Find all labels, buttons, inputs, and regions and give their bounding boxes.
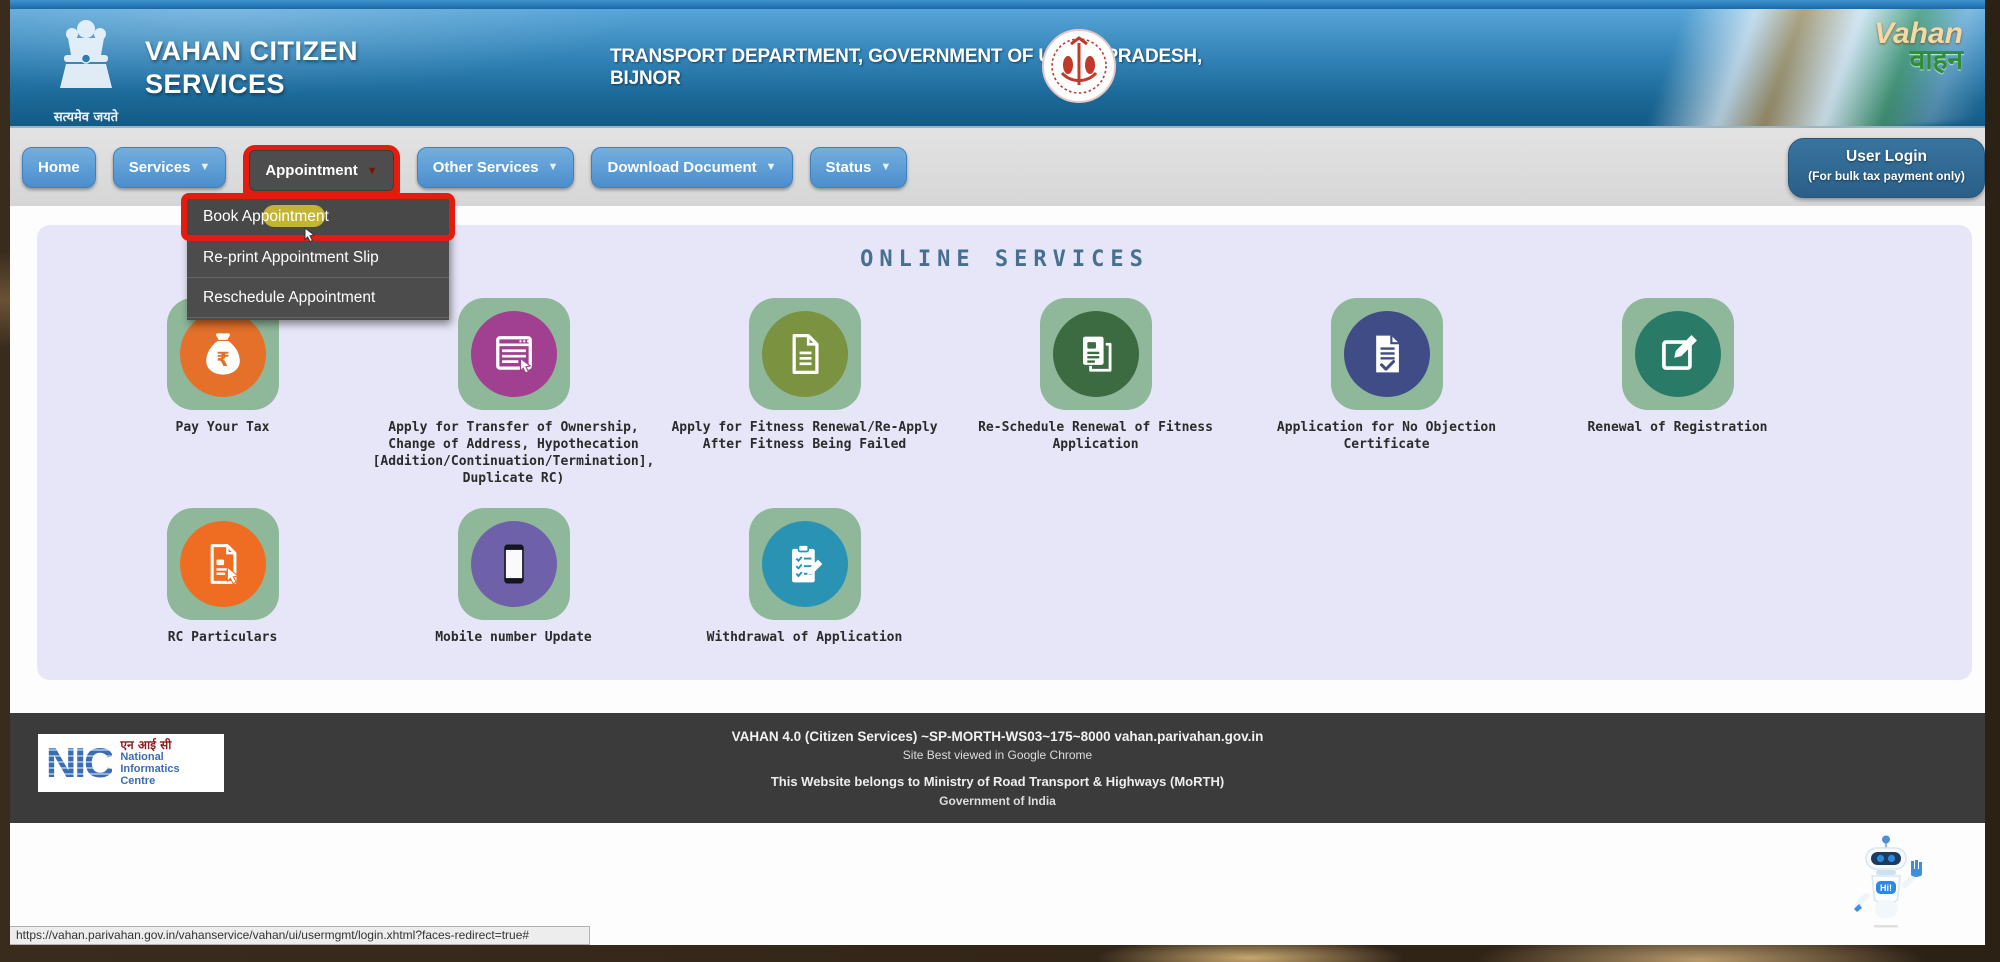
chevron-down-icon: ▼ (199, 161, 210, 173)
chevron-down-icon: ▼ (367, 165, 378, 177)
department-title-wrap: TRANSPORT DEPARTMENT, GOVERNMENT OF UTTA… (610, 9, 1260, 126)
department-title: TRANSPORT DEPARTMENT, GOVERNMENT OF UTTA… (610, 46, 1260, 90)
svg-text:₹: ₹ (216, 348, 230, 371)
chevron-down-icon: ▼ (880, 161, 891, 173)
nic-logo: NIC एन आई सी National Informatics Centre (38, 734, 224, 792)
main-navbar: Home Services▼ Appointment▼ Other Servic… (10, 128, 1985, 206)
up-government-seal-icon (1040, 27, 1118, 110)
nav-item-other-services[interactable]: Other Services▼ (417, 147, 575, 188)
chevron-down-icon: ▼ (766, 161, 777, 173)
document-cursor-icon (180, 521, 266, 607)
appointment-dropdown-menu: Book Appointment Re-print Appointment Sl… (187, 196, 449, 320)
status-url-text: https://vahan.parivahan.gov.in/vahanserv… (16, 928, 529, 942)
service-card-no-objection-certificate[interactable]: Application for No Objection Certificate (1241, 298, 1532, 508)
chatbot-launcher[interactable]: Hi! (1845, 833, 1927, 936)
service-tile (167, 508, 279, 620)
menu-item-book-appointment[interactable]: Book Appointment (187, 196, 449, 238)
service-card-mobile-number-update[interactable]: Mobile number Update (368, 508, 659, 718)
site-title: VAHAN CITIZEN SERVICES (145, 35, 358, 101)
service-card-rc-particulars[interactable]: RC Particulars (77, 508, 368, 718)
service-label: Mobile number Update (435, 629, 592, 646)
document-icon (762, 311, 848, 397)
money-bag-rupee-icon: ₹ (180, 311, 266, 397)
clipboard-checklist-icon (762, 521, 848, 607)
service-tile (749, 508, 861, 620)
ashoka-emblem-icon: सत्यमेव जयते (45, 17, 127, 125)
nav-item-status[interactable]: Status▼ (810, 147, 908, 188)
service-card-reschedule-fitness-renewal[interactable]: Re-Schedule Renewal of Fitness Applicati… (950, 298, 1241, 508)
service-label: Pay Your Tax (176, 419, 270, 436)
service-tile (1040, 298, 1152, 410)
services-grid: ₹ Pay Your Tax (37, 298, 1972, 718)
vahan-logo: Vahan वाहन (1874, 19, 1963, 75)
footer-version-line: VAHAN 4.0 (Citizen Services) ~SP-MORTH-W… (10, 729, 1985, 744)
service-label: Re-Schedule Renewal of Fitness Applicati… (953, 419, 1239, 453)
smartphone-icon (471, 521, 557, 607)
nic-logo-abbr: NIC (46, 739, 112, 787)
service-tile (458, 508, 570, 620)
nav-item-download-document[interactable]: Download Document▼ (591, 147, 792, 188)
service-label: RC Particulars (168, 629, 278, 646)
service-tile (458, 298, 570, 410)
user-login-button[interactable]: User Login (For bulk tax payment only) (1788, 138, 1985, 198)
nav-item-home[interactable]: Home (22, 147, 96, 188)
service-tile (1331, 298, 1443, 410)
footer-text-block: VAHAN 4.0 (Citizen Services) ~SP-MORTH-W… (10, 713, 1985, 808)
form-window-pointer-icon (471, 311, 557, 397)
site-footer: NIC एन आई सी National Informatics Centre… (10, 713, 1985, 823)
footer-browser-line: Site Best viewed in Google Chrome (10, 748, 1985, 762)
service-label: Withdrawal of Application (707, 629, 903, 646)
brand-block: सत्यमेव जयते VAHAN CITIZEN SERVICES (45, 17, 358, 125)
service-card-withdrawal-of-application[interactable]: Withdrawal of Application (659, 508, 950, 718)
chatbot-badge-text: Hi! (1880, 883, 1892, 893)
edit-square-icon (1635, 311, 1721, 397)
nav-item-services[interactable]: Services▼ (113, 147, 227, 188)
nav-item-appointment[interactable]: Appointment▼ (249, 150, 393, 191)
site-header: सत्यमेव जयते VAHAN CITIZEN SERVICES TRAN… (10, 9, 1985, 128)
menu-item-reschedule-appointment[interactable]: Reschedule Appointment (187, 278, 449, 318)
service-label: Renewal of Registration (1587, 419, 1767, 436)
document-check-icon (1344, 311, 1430, 397)
browser-status-bar: https://vahan.parivahan.gov.in/vahanserv… (10, 926, 590, 945)
service-label: Apply for Fitness Renewal/Re-Apply After… (662, 419, 948, 453)
browser-page: सत्यमेव जयते VAHAN CITIZEN SERVICES TRAN… (10, 0, 1985, 945)
top-accent-strip (10, 0, 1985, 9)
footer-goi-line: Government of India (10, 794, 1985, 808)
service-tile (749, 298, 861, 410)
footer-morth-line: This Website belongs to Ministry of Road… (10, 774, 1985, 789)
service-card-pay-your-tax[interactable]: ₹ Pay Your Tax (77, 298, 368, 508)
mouse-cursor-icon (303, 218, 317, 260)
service-card-fitness-renewal[interactable]: Apply for Fitness Renewal/Re-Apply After… (659, 298, 950, 508)
service-label: Apply for Transfer of Ownership, Change … (371, 419, 657, 487)
documents-copy-icon (1053, 311, 1139, 397)
service-tile (1622, 298, 1734, 410)
nic-logo-text: एन आई सी National Informatics Centre (120, 739, 179, 787)
service-label: Application for No Objection Certificate (1244, 419, 1530, 453)
service-card-renewal-of-registration[interactable]: Renewal of Registration (1532, 298, 1823, 508)
emblem-motto: सत्यमेव जयते (45, 107, 127, 125)
annotation-box-appointment: Appointment▼ (243, 145, 399, 203)
chevron-down-icon: ▼ (548, 161, 559, 173)
menu-item-reprint-appointment-slip[interactable]: Re-print Appointment Slip (187, 238, 449, 278)
service-card-transfer-of-ownership[interactable]: Apply for Transfer of Ownership, Change … (368, 298, 659, 508)
